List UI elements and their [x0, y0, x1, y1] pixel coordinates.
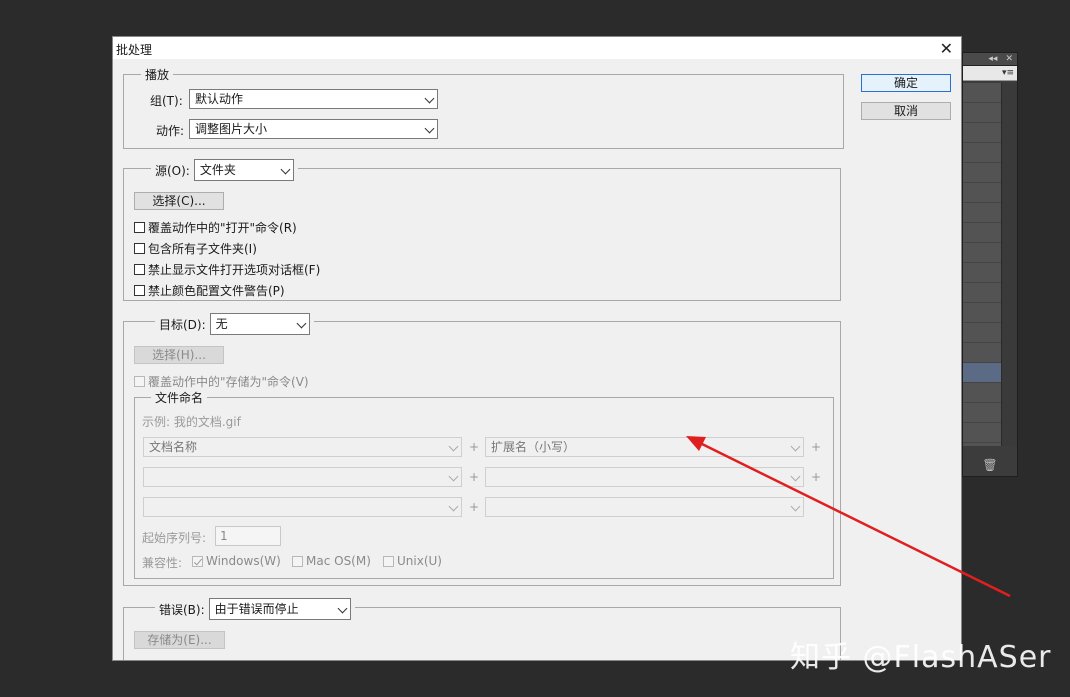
watermark: 知乎 @FlashASer: [790, 640, 1052, 675]
annotation-arrow: [686, 436, 1011, 598]
arrow-line: [699, 441, 1011, 598]
